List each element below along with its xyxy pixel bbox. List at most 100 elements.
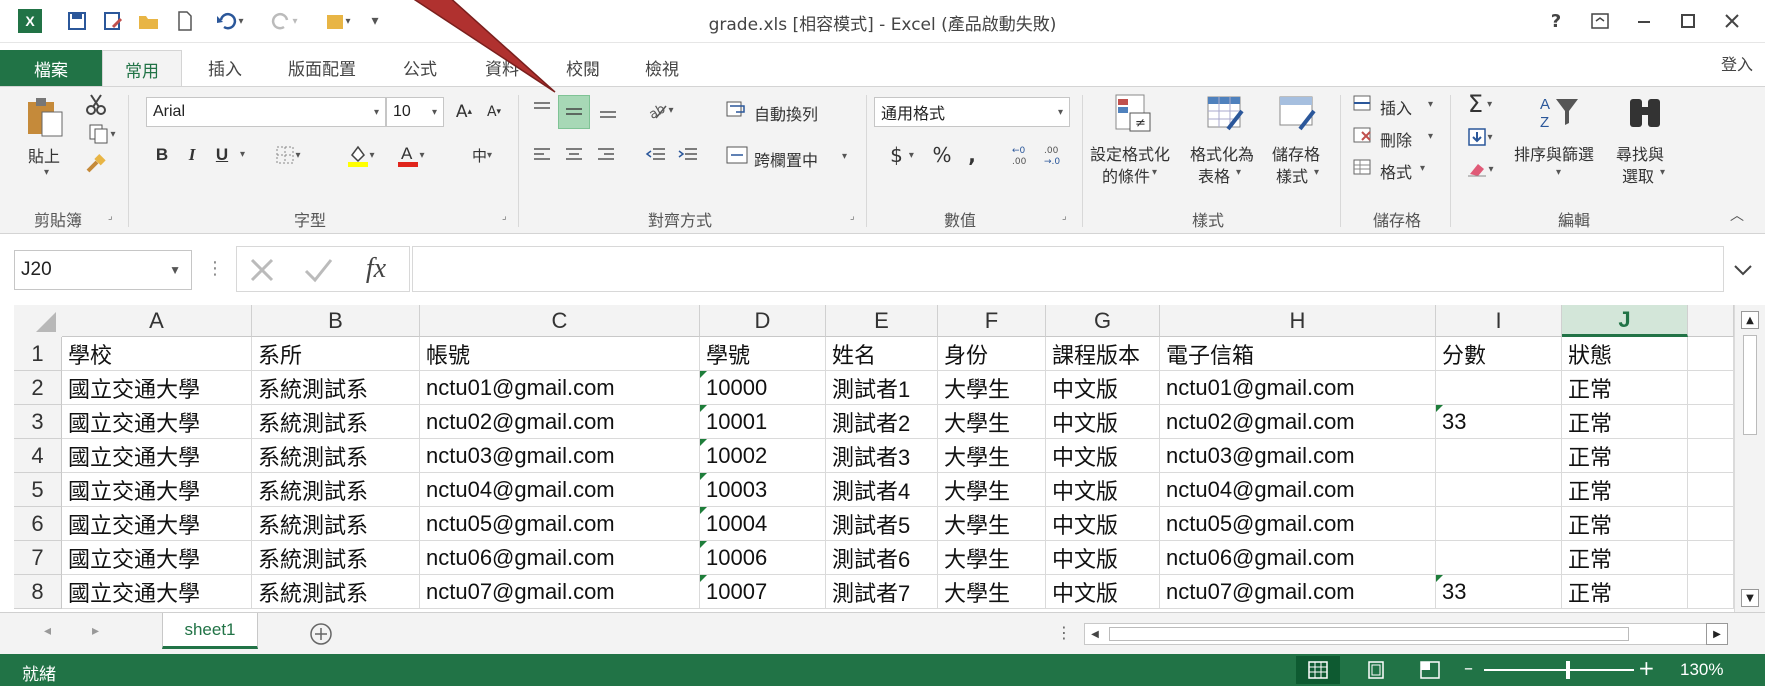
maximize-icon[interactable] <box>1670 8 1706 34</box>
page-break-view-icon[interactable] <box>1410 656 1450 684</box>
cell-e7[interactable]: 測試者6 <box>826 541 938 575</box>
number-as-text-indicator-icon[interactable] <box>700 473 707 480</box>
column-header-h[interactable]: H <box>1160 305 1436 337</box>
merge-center-label[interactable]: 跨欄置中 <box>754 147 818 171</box>
find-select-label-2[interactable]: 選取 <box>1622 163 1654 187</box>
cell-b8[interactable]: 系統測試系 <box>252 575 420 609</box>
scroll-up-icon[interactable]: ▲ <box>1741 311 1759 329</box>
column-header-e[interactable]: E <box>826 305 938 337</box>
confirm-entry-icon[interactable] <box>300 254 336 286</box>
cell-f6[interactable]: 大學生 <box>938 507 1046 541</box>
delete-cells-label[interactable]: 刪除 <box>1380 127 1412 151</box>
cell-blank[interactable] <box>1688 439 1734 473</box>
cell-h6[interactable]: nctu05@gmail.com <box>1160 507 1436 541</box>
find-select-label-1[interactable]: 尋找與 <box>1616 141 1664 165</box>
cell-d7[interactable]: 10006 <box>700 541 826 575</box>
sign-in-link[interactable]: 登入 <box>1712 46 1762 80</box>
sort-filter-label[interactable]: 排序與篩選 <box>1514 141 1594 165</box>
tab-home[interactable]: 常用 <box>102 50 182 87</box>
phonetic-guide-icon[interactable]: 中 ▾ <box>462 141 502 169</box>
cell-c5[interactable]: nctu04@gmail.com <box>420 473 700 507</box>
conditional-formatting-dropdown-icon[interactable]: ▾ <box>1152 167 1157 178</box>
row-header-8[interactable]: 8 <box>14 575 62 609</box>
cell-blank[interactable] <box>1688 473 1734 507</box>
cell-a7[interactable]: 國立交通大學 <box>62 541 252 575</box>
cell-f2[interactable]: 大學生 <box>938 371 1046 405</box>
horizontal-scroll-thumb[interactable] <box>1109 627 1629 641</box>
cell-styles-label-1[interactable]: 儲存格 <box>1272 141 1320 165</box>
zoom-level[interactable]: 130% <box>1680 660 1723 680</box>
tab-page-layout[interactable]: 版面配置 <box>272 50 372 84</box>
insert-cells-icon[interactable] <box>1350 91 1376 117</box>
increase-decimal-icon[interactable]: ←0.00 <box>1008 141 1038 169</box>
sheet-tab-sheet1[interactable]: sheet1 <box>162 613 258 649</box>
tab-insert[interactable]: 插入 <box>195 50 255 84</box>
middle-align-icon[interactable] <box>558 95 590 129</box>
autosum-icon[interactable]: Σ ▾ <box>1460 89 1500 119</box>
cell-blank[interactable] <box>1688 405 1734 439</box>
cell-d3[interactable]: 10001 <box>700 405 826 439</box>
row-header-3[interactable]: 3 <box>14 405 62 439</box>
cell-c1[interactable]: 帳號 <box>420 337 700 371</box>
cell-styles-icon[interactable] <box>1276 91 1320 135</box>
find-select-icon[interactable] <box>1624 91 1668 135</box>
bottom-align-icon[interactable] <box>594 95 622 125</box>
cell-f4[interactable]: 大學生 <box>938 439 1046 473</box>
cancel-entry-icon[interactable] <box>246 254 278 286</box>
bold-button[interactable]: B <box>150 141 174 169</box>
cell-e6[interactable]: 測試者5 <box>826 507 938 541</box>
format-cells-dropdown-icon[interactable]: ▾ <box>1420 163 1425 174</box>
fill-icon[interactable]: ▾ <box>1460 123 1500 151</box>
cell-b3[interactable]: 系統測試系 <box>252 405 420 439</box>
cell-f7[interactable]: 大學生 <box>938 541 1046 575</box>
cell-j6[interactable]: 正常 <box>1562 507 1688 541</box>
align-center-icon[interactable] <box>560 141 588 169</box>
scroll-right-icon[interactable]: ▶ <box>1706 623 1728 645</box>
underline-dropdown-icon[interactable]: ▾ <box>240 149 245 160</box>
italic-button[interactable]: I <box>180 141 204 169</box>
number-as-text-indicator-icon[interactable] <box>700 439 707 446</box>
cell-i7[interactable] <box>1436 541 1562 575</box>
cell-b1[interactable]: 系所 <box>252 337 420 371</box>
horizontal-scrollbar[interactable]: ◀ <box>1084 623 1712 645</box>
wrap-text-label[interactable]: 自動換列 <box>754 101 818 125</box>
format-cells-label[interactable]: 格式 <box>1380 159 1412 183</box>
column-header-g[interactable]: G <box>1046 305 1160 337</box>
cell-e3[interactable]: 測試者2 <box>826 405 938 439</box>
accounting-format-button[interactable]: $ ▾ <box>880 141 924 169</box>
column-header-c[interactable]: C <box>420 305 700 337</box>
new-sheet-icon[interactable] <box>308 621 334 647</box>
font-size-combo[interactable]: 10 ▾ <box>386 97 444 127</box>
next-sheet-icon[interactable]: ▸ <box>92 623 99 639</box>
cell-e4[interactable]: 測試者3 <box>826 439 938 473</box>
cell-g6[interactable]: 中文版 <box>1046 507 1160 541</box>
zoom-slider[interactable] <box>1484 669 1634 671</box>
column-header-f[interactable]: F <box>938 305 1046 337</box>
cell-d5[interactable]: 10003 <box>700 473 826 507</box>
cell-j7[interactable]: 正常 <box>1562 541 1688 575</box>
cell-j5[interactable]: 正常 <box>1562 473 1688 507</box>
sort-filter-icon[interactable]: AZ <box>1536 91 1584 135</box>
cell-i8[interactable]: 33 <box>1436 575 1562 609</box>
tab-review[interactable]: 校閱 <box>553 50 613 84</box>
delete-cells-dropdown-icon[interactable]: ▾ <box>1428 131 1433 142</box>
row-header-2[interactable]: 2 <box>14 371 62 405</box>
cell-styles-label-2[interactable]: 樣式 <box>1276 163 1308 187</box>
insert-cells-dropdown-icon[interactable]: ▾ <box>1428 99 1433 110</box>
tab-file[interactable]: 檔案 <box>0 50 102 86</box>
comma-style-button[interactable]: , <box>960 141 984 169</box>
grow-font-icon[interactable]: A ▴ <box>452 99 476 125</box>
column-header-a[interactable]: A <box>62 305 252 337</box>
help-button[interactable]: ? <box>1538 8 1574 34</box>
cell-h5[interactable]: nctu04@gmail.com <box>1160 473 1436 507</box>
zoom-slider-thumb[interactable] <box>1566 661 1570 679</box>
paste-icon[interactable] <box>22 93 66 139</box>
cell-e8[interactable]: 測試者7 <box>826 575 938 609</box>
cell-i6[interactable] <box>1436 507 1562 541</box>
cell-h7[interactable]: nctu06@gmail.com <box>1160 541 1436 575</box>
cell-blank[interactable] <box>1688 507 1734 541</box>
cell-d2[interactable]: 10000 <box>700 371 826 405</box>
cell-i2[interactable] <box>1436 371 1562 405</box>
column-header-b[interactable]: B <box>252 305 420 337</box>
cell-blank[interactable] <box>1688 337 1734 371</box>
